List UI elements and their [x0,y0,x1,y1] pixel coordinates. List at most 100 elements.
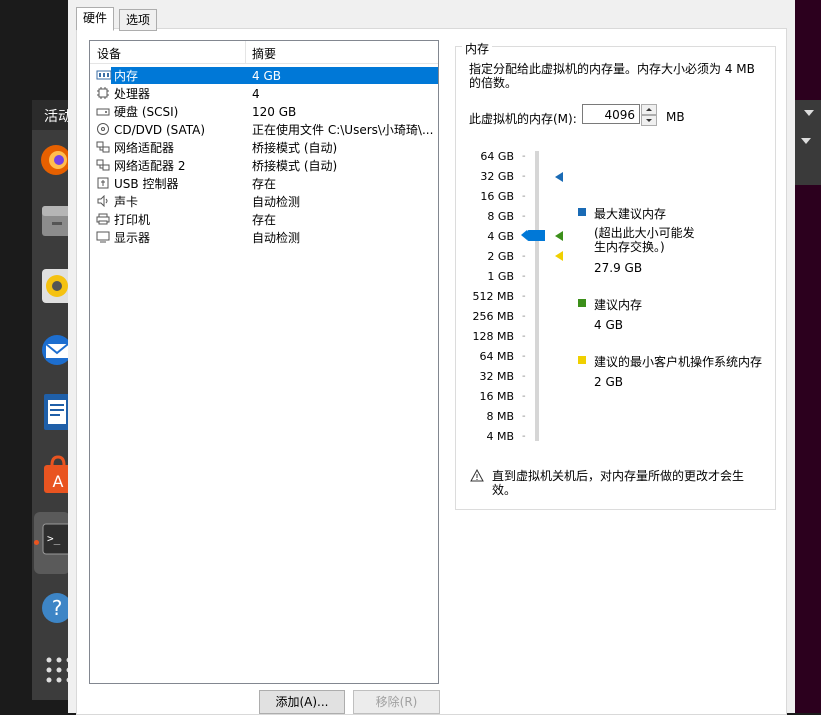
scale-tick: - [522,331,526,342]
device-summary: 120 GB [252,105,297,119]
add-button[interactable]: 添加(A)... [259,690,345,714]
svg-text:?: ? [52,596,63,620]
device-name: 网络适配器 2 [114,159,186,173]
scale-label: 8 MB [486,410,514,423]
memory-size-input[interactable]: 4096 [582,104,640,124]
list-item-memory[interactable]: 内存 4 GB [94,67,438,85]
system-menu-icon[interactable] [804,110,814,116]
device-summary: 存在 [252,213,277,227]
legend-max-detail: (超出此大小可能发生内存交换。) [594,226,695,254]
device-name: 打印机 [114,213,151,227]
cdrom-icon [97,123,109,135]
scale-tick: - [522,211,526,222]
printer-icon [96,213,110,225]
memory-icon [96,70,112,80]
svg-text:A: A [53,472,64,491]
memory-warning-text: 直到虚拟机关机后，对内存量所做的更改才会生效。 [492,469,745,497]
scale-label: 4 GB [487,230,514,243]
scale-tick: - [522,351,526,362]
scale-tick: - [522,311,526,322]
activities-bar[interactable]: 活动 [32,100,72,130]
memory-unit: MB [666,110,685,124]
scale-label: 1 GB [487,270,514,283]
scale-label: 32 GB [480,170,514,183]
usb-icon [97,177,109,189]
device-summary: 正在使用文件 C:\Users\小琦琦\... [252,123,434,137]
network-icon [96,159,110,171]
device-name: 硬盘 (SCSI) [114,105,179,119]
list-item-cdrom[interactable]: CD/DVD (SATA) 正在使用文件 C:\Users\小琦琦\... [94,121,437,139]
dock: A >_ ? [32,130,72,700]
scale-tick: - [522,251,526,262]
legend-minimum-value: 2 GB [594,375,623,389]
device-name: 内存 [114,69,139,83]
legend-swatch-max [578,208,586,216]
device-name: 网络适配器 [114,141,175,155]
device-name: 声卡 [114,195,139,209]
device-summary: 4 [252,87,260,101]
list-item-printer[interactable]: 打印机 存在 [94,211,437,229]
scale-label: 4 MB [486,430,514,443]
memory-slider-thumb[interactable] [521,230,545,241]
legend-swatch-recommended [578,299,586,307]
list-item-cpu[interactable]: 处理器 4 [94,85,437,103]
list-item-sound[interactable]: 声卡 自动检测 [94,193,437,211]
legend-recommended-value: 4 GB [594,318,623,332]
hardware-list-header: 设备 摘要 [90,41,438,64]
device-name: 显示器 [114,231,151,245]
legend-max-title: 最大建议内存 [594,207,667,221]
tab-options[interactable]: 选项 [119,9,158,31]
chevron-down-icon [801,138,811,144]
scale-tick: - [522,151,526,162]
legend-swatch-minimum [578,356,586,364]
scale-label: 64 MB [479,350,514,363]
scale-label: 16 GB [480,190,514,203]
network-icon [96,141,110,153]
sound-icon [97,195,108,207]
harddisk-icon [96,108,110,116]
scale-label: 32 MB [479,370,514,383]
min-recommended-marker [555,251,563,261]
legend-max-value: 27.9 GB [594,261,643,275]
device-summary: 自动检测 [252,195,301,209]
spin-up-button[interactable] [641,104,657,115]
cpu-icon [97,87,109,99]
hardware-list[interactable]: 设备 摘要 内存 4 GB 处理器 4 硬盘 (SCSI) 120 GB CD/… [89,40,439,684]
list-item-usb[interactable]: USB 控制器 存在 [94,175,437,193]
running-indicator [34,540,39,545]
monitor-icon [96,231,110,243]
spin-down-button[interactable] [641,115,657,126]
top-panel-right [795,100,821,185]
list-item-network[interactable]: 网络适配器 桥接模式 (自动) [94,139,437,157]
scale-tick: - [522,271,526,282]
max-recommended-marker [555,172,563,182]
column-device[interactable]: 设备 [97,45,121,62]
legend-minimum-title: 建议的最小客户机操作系统内存 [594,355,763,369]
tab-hardware[interactable]: 硬件 [76,7,115,31]
remove-button[interactable]: 移除(R) [353,690,440,714]
list-item-display[interactable]: 显示器 自动检测 [94,229,437,247]
watermark: CSDN @南京超维空间智能科技有限公司 [457,688,748,707]
arrow-down-icon [646,119,652,122]
memory-description: 指定分配给此虚拟机的内存量。内存大小必须为 4 MB 的倍数。 [469,62,755,90]
memory-field-label: 此虚拟机的内存(M): [469,112,577,126]
recommended-marker [555,231,563,241]
memory-slider-track[interactable] [535,151,539,441]
svg-text:>_: >_ [47,532,61,545]
scale-label: 512 MB [472,290,514,303]
legend-recommended-title: 建议内存 [594,298,643,312]
device-summary: 4 GB [252,69,281,83]
device-name: USB 控制器 [114,177,179,191]
device-summary: 存在 [252,177,277,191]
scale-label: 8 GB [487,210,514,223]
list-item-harddisk[interactable]: 硬盘 (SCSI) 120 GB [94,103,437,121]
scale-label: 256 MB [472,310,514,323]
column-separator[interactable] [245,41,246,63]
scale-tick: - [522,431,526,442]
column-summary[interactable]: 摘要 [252,45,276,62]
scale-tick: - [522,291,526,302]
scale-tick: - [522,411,526,422]
arrow-up-icon [646,108,652,111]
warning-icon [470,469,484,482]
list-item-network-2[interactable]: 网络适配器 2 桥接模式 (自动) [94,157,437,175]
